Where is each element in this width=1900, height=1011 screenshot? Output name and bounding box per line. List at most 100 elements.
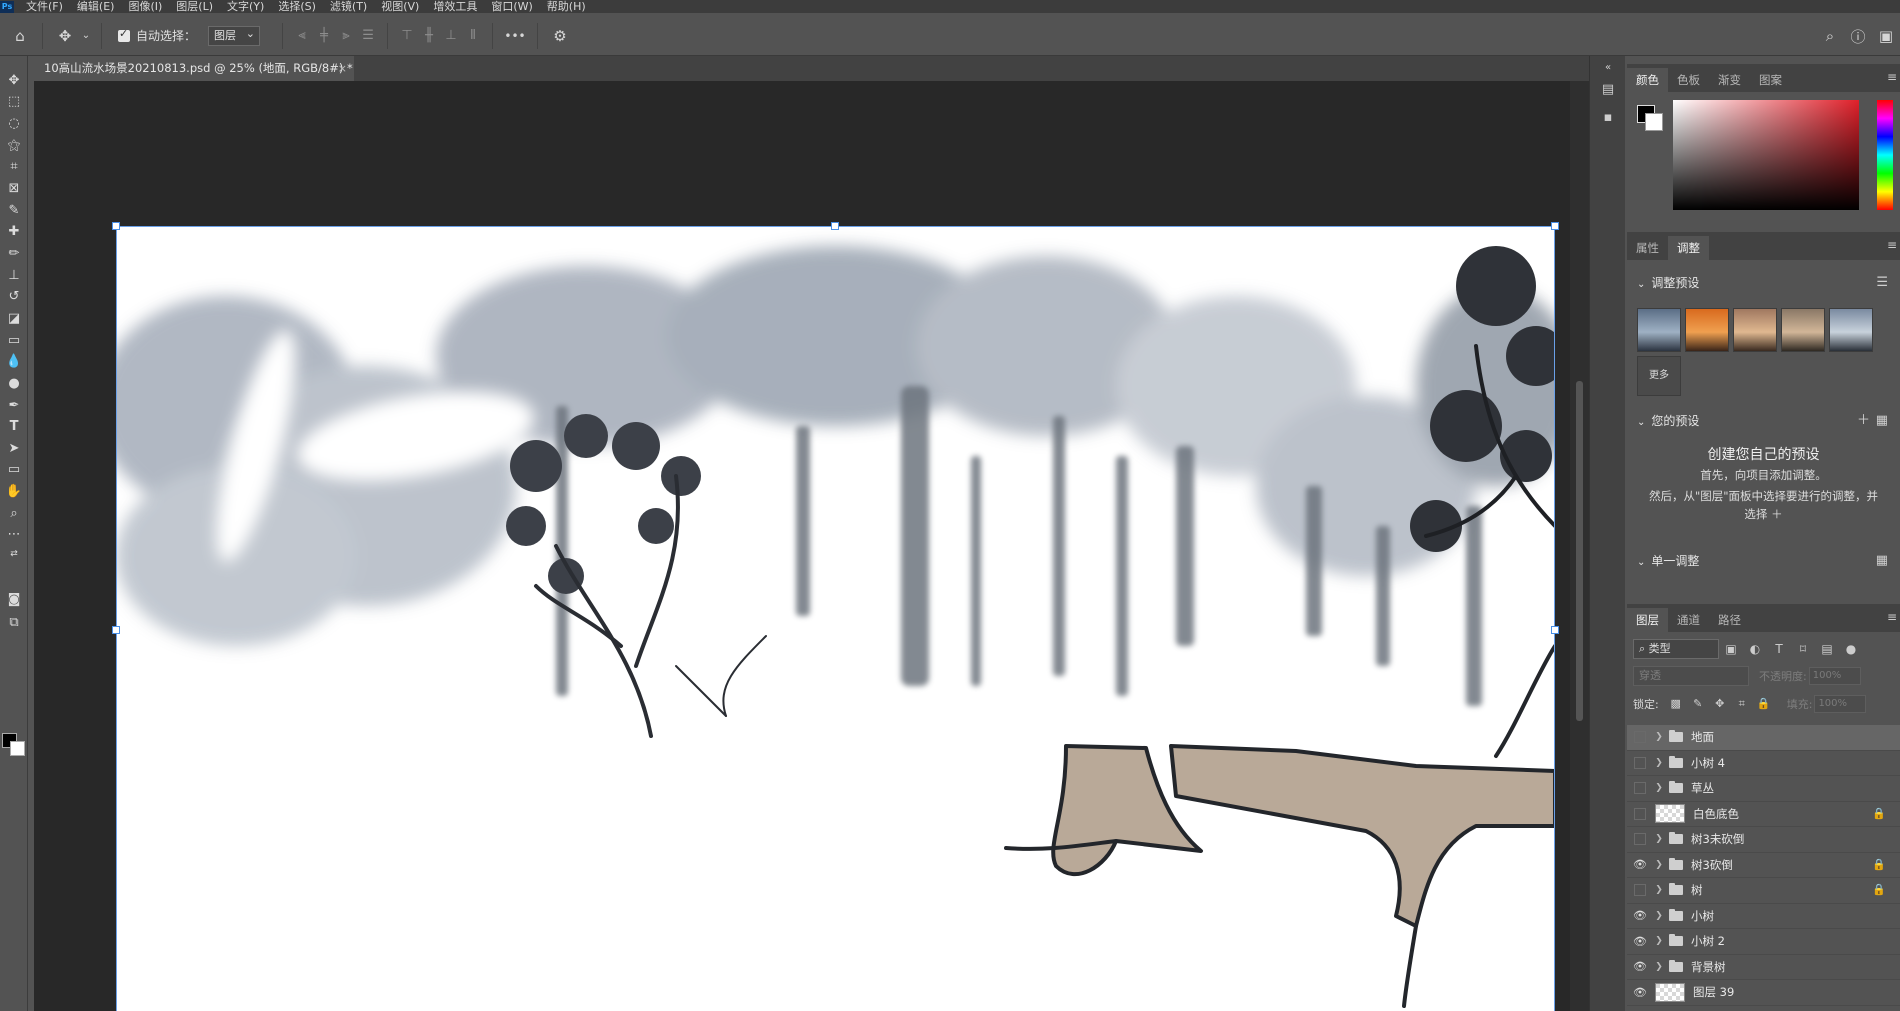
layer-row[interactable]: 白色底色 🔒: [1627, 802, 1900, 827]
menu-plugins[interactable]: 增效工具: [433, 0, 477, 13]
layer-row[interactable]: 👁 ❯ 小树: [1627, 904, 1900, 929]
menu-edit[interactable]: 编辑(E): [77, 0, 115, 13]
hue-slider[interactable]: [1877, 100, 1893, 210]
edit-toolbar-icon[interactable]: ⋯: [2, 523, 26, 545]
menu-file[interactable]: 文件(F): [26, 0, 63, 13]
visibility-toggle[interactable]: [1634, 884, 1646, 897]
transform-handle[interactable]: [1551, 222, 1559, 230]
menu-image[interactable]: 图像(I): [128, 0, 162, 13]
eye-icon[interactable]: 👁: [1627, 986, 1653, 999]
align-hcenter-icon[interactable]: ╪: [313, 26, 335, 46]
tab-channels[interactable]: 通道: [1668, 608, 1709, 632]
layer-row[interactable]: ❯ 小树 4: [1627, 751, 1900, 776]
adjustment-filter-icon[interactable]: ◐: [1743, 639, 1767, 659]
type-tool-icon[interactable]: T: [2, 415, 26, 437]
grid-view-icon[interactable]: ▦: [1876, 410, 1888, 432]
distribute-h-icon[interactable]: ☰: [357, 26, 379, 46]
chevron-right-icon[interactable]: ❯: [1653, 783, 1665, 793]
preset-thumbnail[interactable]: [1733, 308, 1777, 352]
shape-filter-icon[interactable]: ⌑: [1791, 639, 1815, 659]
history-panel-icon[interactable]: ▤: [1597, 78, 1619, 100]
marquee-tool-icon[interactable]: ⬚: [2, 90, 26, 112]
chevron-right-icon[interactable]: ❯: [1653, 936, 1665, 946]
collapse-arrows-icon[interactable]: «: [1597, 56, 1619, 78]
transform-handle[interactable]: [112, 222, 120, 230]
visibility-toggle[interactable]: [1634, 731, 1646, 744]
align-right-icon[interactable]: ⫸: [335, 26, 357, 46]
tab-paths[interactable]: 路径: [1709, 608, 1750, 632]
align-bottom-icon[interactable]: ⊥: [440, 26, 462, 46]
eye-icon[interactable]: 👁: [1627, 960, 1653, 973]
lock-transparency-icon[interactable]: ▩: [1665, 694, 1687, 714]
background-color-swatch[interactable]: [10, 741, 25, 756]
image-filter-icon[interactable]: ▣: [1719, 639, 1743, 659]
workspace-icon[interactable]: ▣: [1872, 22, 1900, 50]
crop-tool-icon[interactable]: ⌗: [2, 155, 26, 177]
tab-gradients[interactable]: 渐变: [1709, 68, 1750, 92]
dodge-tool-icon[interactable]: ●: [2, 372, 26, 394]
align-left-icon[interactable]: ⫷: [291, 26, 313, 46]
background-color-swatch[interactable]: [1645, 113, 1663, 131]
panel-menu-icon[interactable]: ≡: [1887, 238, 1897, 252]
layer-row[interactable]: 👁 ❯ 小树 2: [1627, 929, 1900, 955]
menu-select[interactable]: 选择(S): [278, 0, 316, 13]
layer-row[interactable]: ❯ 树 🔒: [1627, 878, 1900, 904]
hand-tool-icon[interactable]: ✋: [2, 480, 26, 502]
add-icon[interactable]: ＋: [1857, 410, 1870, 432]
lock-artboard-icon[interactable]: ⌗: [1731, 694, 1753, 714]
document-canvas[interactable]: [116, 226, 1555, 1011]
home-icon[interactable]: ⌂: [6, 22, 34, 50]
rectangle-tool-icon[interactable]: ▭: [2, 458, 26, 480]
menu-layer[interactable]: 图层(L): [176, 0, 213, 13]
menu-window[interactable]: 窗口(W): [491, 0, 532, 13]
eyedropper-tool-icon[interactable]: ✎: [2, 199, 26, 221]
move-icon[interactable]: ✥: [51, 22, 79, 50]
distribute-v-icon[interactable]: ⦀: [462, 26, 484, 46]
visibility-toggle[interactable]: [1634, 756, 1646, 769]
eye-icon[interactable]: 👁: [1627, 858, 1653, 871]
stamp-tool-icon[interactable]: ⊥: [2, 264, 26, 286]
layer-kind-filter[interactable]: ⌕ 类型: [1633, 639, 1719, 659]
path-select-tool-icon[interactable]: ➤: [2, 437, 26, 459]
chevron-right-icon[interactable]: ❯: [1653, 885, 1665, 895]
tab-patterns[interactable]: 图案: [1750, 68, 1791, 92]
blend-mode-dropdown[interactable]: 穿透: [1633, 666, 1749, 686]
lock-pixels-icon[interactable]: ✎: [1687, 694, 1709, 714]
healing-brush-tool-icon[interactable]: ✚: [2, 220, 26, 242]
more-presets-button[interactable]: 更多: [1637, 356, 1681, 396]
adjustment-presets-header[interactable]: ⌄ 调整预设 ☰: [1627, 272, 1900, 294]
layer-row[interactable]: ❯ 地面: [1627, 725, 1900, 751]
layer-row[interactable]: ❯ 草丛: [1627, 776, 1900, 802]
preset-thumbnail[interactable]: [1829, 308, 1873, 352]
layer-row[interactable]: 👁 ❯ 树3砍倒 🔒: [1627, 853, 1900, 878]
lasso-tool-icon[interactable]: ◌: [2, 112, 26, 134]
history-brush-tool-icon[interactable]: ↺: [2, 285, 26, 307]
close-icon[interactable]: ×: [338, 56, 347, 81]
document-tab[interactable]: 10高山流水场景20210813.psd @ 25% (地面, RGB/8#) …: [34, 56, 354, 81]
preset-thumbnail[interactable]: [1637, 308, 1681, 352]
grid-view-icon[interactable]: ▦: [1876, 550, 1888, 572]
type-filter-icon[interactable]: T: [1767, 639, 1791, 659]
preset-thumbnail[interactable]: [1781, 308, 1825, 352]
zoom-tool-icon[interactable]: ⌕: [2, 502, 26, 524]
chevron-right-icon[interactable]: ❯: [1653, 860, 1665, 870]
your-presets-header[interactable]: ⌄ 您的预设 ＋ ▦: [1627, 410, 1900, 432]
tab-color[interactable]: 颜色: [1627, 68, 1668, 92]
auto-select-target-dropdown[interactable]: 图层: [208, 25, 261, 46]
tab-adjustments[interactable]: 调整: [1668, 236, 1709, 260]
chevron-down-icon[interactable]: ⌄: [79, 22, 93, 50]
chevron-right-icon[interactable]: ❯: [1653, 962, 1665, 972]
menu-help[interactable]: 帮助(H): [547, 0, 586, 13]
layer-row[interactable]: 👁 ❯ 背景树: [1627, 955, 1900, 980]
move-tool-icon[interactable]: ✥: [2, 69, 26, 91]
vertical-scrollbar[interactable]: [1570, 81, 1589, 1011]
screen-mode-icon[interactable]: ⧉: [2, 611, 26, 633]
swap-colors-icon[interactable]: ⇄: [2, 543, 26, 565]
align-vcenter-icon[interactable]: ╫: [418, 26, 440, 46]
color-swatches[interactable]: [2, 733, 26, 759]
gear-icon[interactable]: ⚙: [546, 22, 574, 50]
tab-swatches[interactable]: 色板: [1668, 68, 1709, 92]
auto-select-checkbox[interactable]: [118, 27, 130, 42]
opacity-field[interactable]: 100%: [1808, 667, 1861, 685]
smart-object-filter-icon[interactable]: ▤: [1815, 639, 1839, 659]
